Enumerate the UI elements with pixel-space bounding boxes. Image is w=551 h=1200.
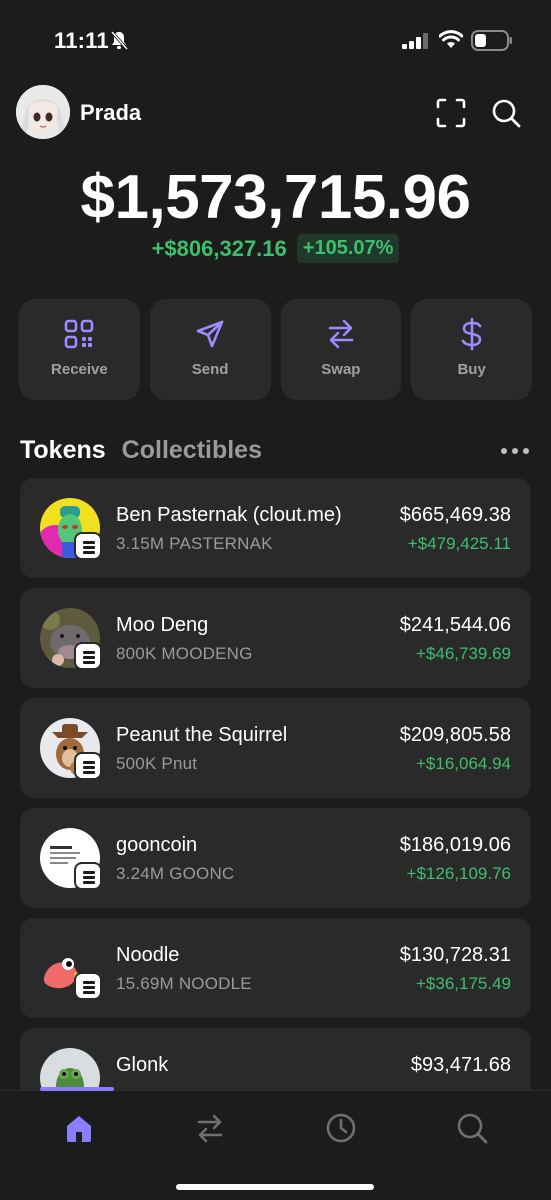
token-name: Ben Pasternak (clout.me) [116,504,342,526]
asset-tabs: Tokens Collectibles [20,436,262,465]
token-change: +$126,109.76 [406,864,511,883]
token-amount: 800K MOODENG [116,644,253,663]
token-row[interactable]: Peanut the Squirrel 500K Pnut $209,805.5… [20,698,531,798]
token-change: +$46,739.69 [415,644,511,663]
history-icon[interactable] [324,1111,358,1145]
signal-icon [402,33,428,49]
tab-collectibles[interactable]: Collectibles [122,436,262,465]
pnl-percent-badge: +105.07% [296,234,400,263]
token-amount: 3.24M GOONC [116,864,235,883]
send-icon [196,320,224,348]
token-value: $665,469.38 [399,504,511,526]
token-row[interactable]: Moo Deng 800K MOODENG $241,544.06 +$46,7… [20,588,531,688]
search-nav-icon[interactable] [455,1111,489,1145]
buy-label: Buy [457,361,486,378]
token-amount: 3.15M PASTERNAK [116,534,273,553]
token-value: $130,728.31 [399,944,511,966]
solana-badge-icon [74,972,102,1000]
home-indicator [176,1184,374,1190]
token-amount: 15.69M NOODLE [116,974,252,993]
token-change: +$16,064.94 [415,754,511,773]
avatar[interactable] [16,85,70,139]
receive-label: Receive [51,361,108,378]
token-value: $93,471.68 [410,1054,511,1076]
swap-icon [328,319,354,349]
search-icon[interactable] [490,97,522,129]
solana-badge-icon [74,752,102,780]
wallet-screen: 11:11 Prada $1,573,715.96 +$806,327.16 +… [0,0,551,1200]
send-label: Send [191,361,229,378]
qr-code-icon [65,319,94,349]
status-time: 11:11 [54,28,109,53]
more-options-icon[interactable] [500,447,530,455]
username[interactable]: Prada [80,100,141,126]
swap-button[interactable]: Swap [280,299,402,400]
nav-active-indicator [40,1087,114,1091]
portfolio-balance: $1,573,715.96 [80,163,472,232]
token-row[interactable]: gooncoin 3.24M GOONC $186,019.06 +$126,1… [20,808,531,908]
token-name: gooncoin [116,834,198,856]
tab-tokens[interactable]: Tokens [20,436,106,465]
token-change: +$479,425.11 [407,534,511,553]
token-list: Ben Pasternak (clout.me) 3.15M PASTERNAK… [20,478,531,1090]
token-change: +$36,175.49 [415,974,511,993]
token-row[interactable]: Noodle 15.69M NOODLE $130,728.31 +$36,17… [20,918,531,1018]
solana-badge-icon [74,642,102,670]
token-amount: 500K Pnut [116,754,198,773]
token-name: Glonk [116,1054,169,1076]
token-row[interactable]: Ben Pasternak (clout.me) 3.15M PASTERNAK… [20,478,531,578]
solana-badge-icon [74,532,102,560]
swap-label: Swap [321,361,361,378]
bell-off-icon [110,31,128,50]
action-buttons: Receive Send Swap Buy [19,299,532,400]
solana-badge-icon [74,862,102,890]
token-row[interactable]: Glonk $93,471.68 [20,1028,531,1090]
buy-button[interactable]: Buy [411,299,532,400]
token-value: $186,019.06 [399,834,511,856]
home-icon[interactable] [62,1111,96,1145]
status-bar: 11:11 [0,0,551,80]
wifi-icon [439,30,463,48]
token-value: $241,544.06 [399,614,511,636]
token-name: Moo Deng [116,614,209,636]
avatar-image [16,85,70,139]
token-value: $209,805.58 [399,724,511,746]
token-name: Noodle [116,944,180,966]
pnl-amount: +$806,327.16 [151,235,287,261]
battery-icon [471,30,512,51]
swap-nav-icon[interactable] [193,1111,227,1145]
pnl-row: +$806,327.16 +105.07% [0,234,551,263]
receive-button[interactable]: Receive [19,299,140,400]
send-button[interactable]: Send [149,299,271,400]
scan-icon[interactable] [436,98,466,128]
dollar-icon [461,317,481,351]
token-logo-glonk [40,1048,100,1090]
token-name: Peanut the Squirrel [116,724,288,746]
